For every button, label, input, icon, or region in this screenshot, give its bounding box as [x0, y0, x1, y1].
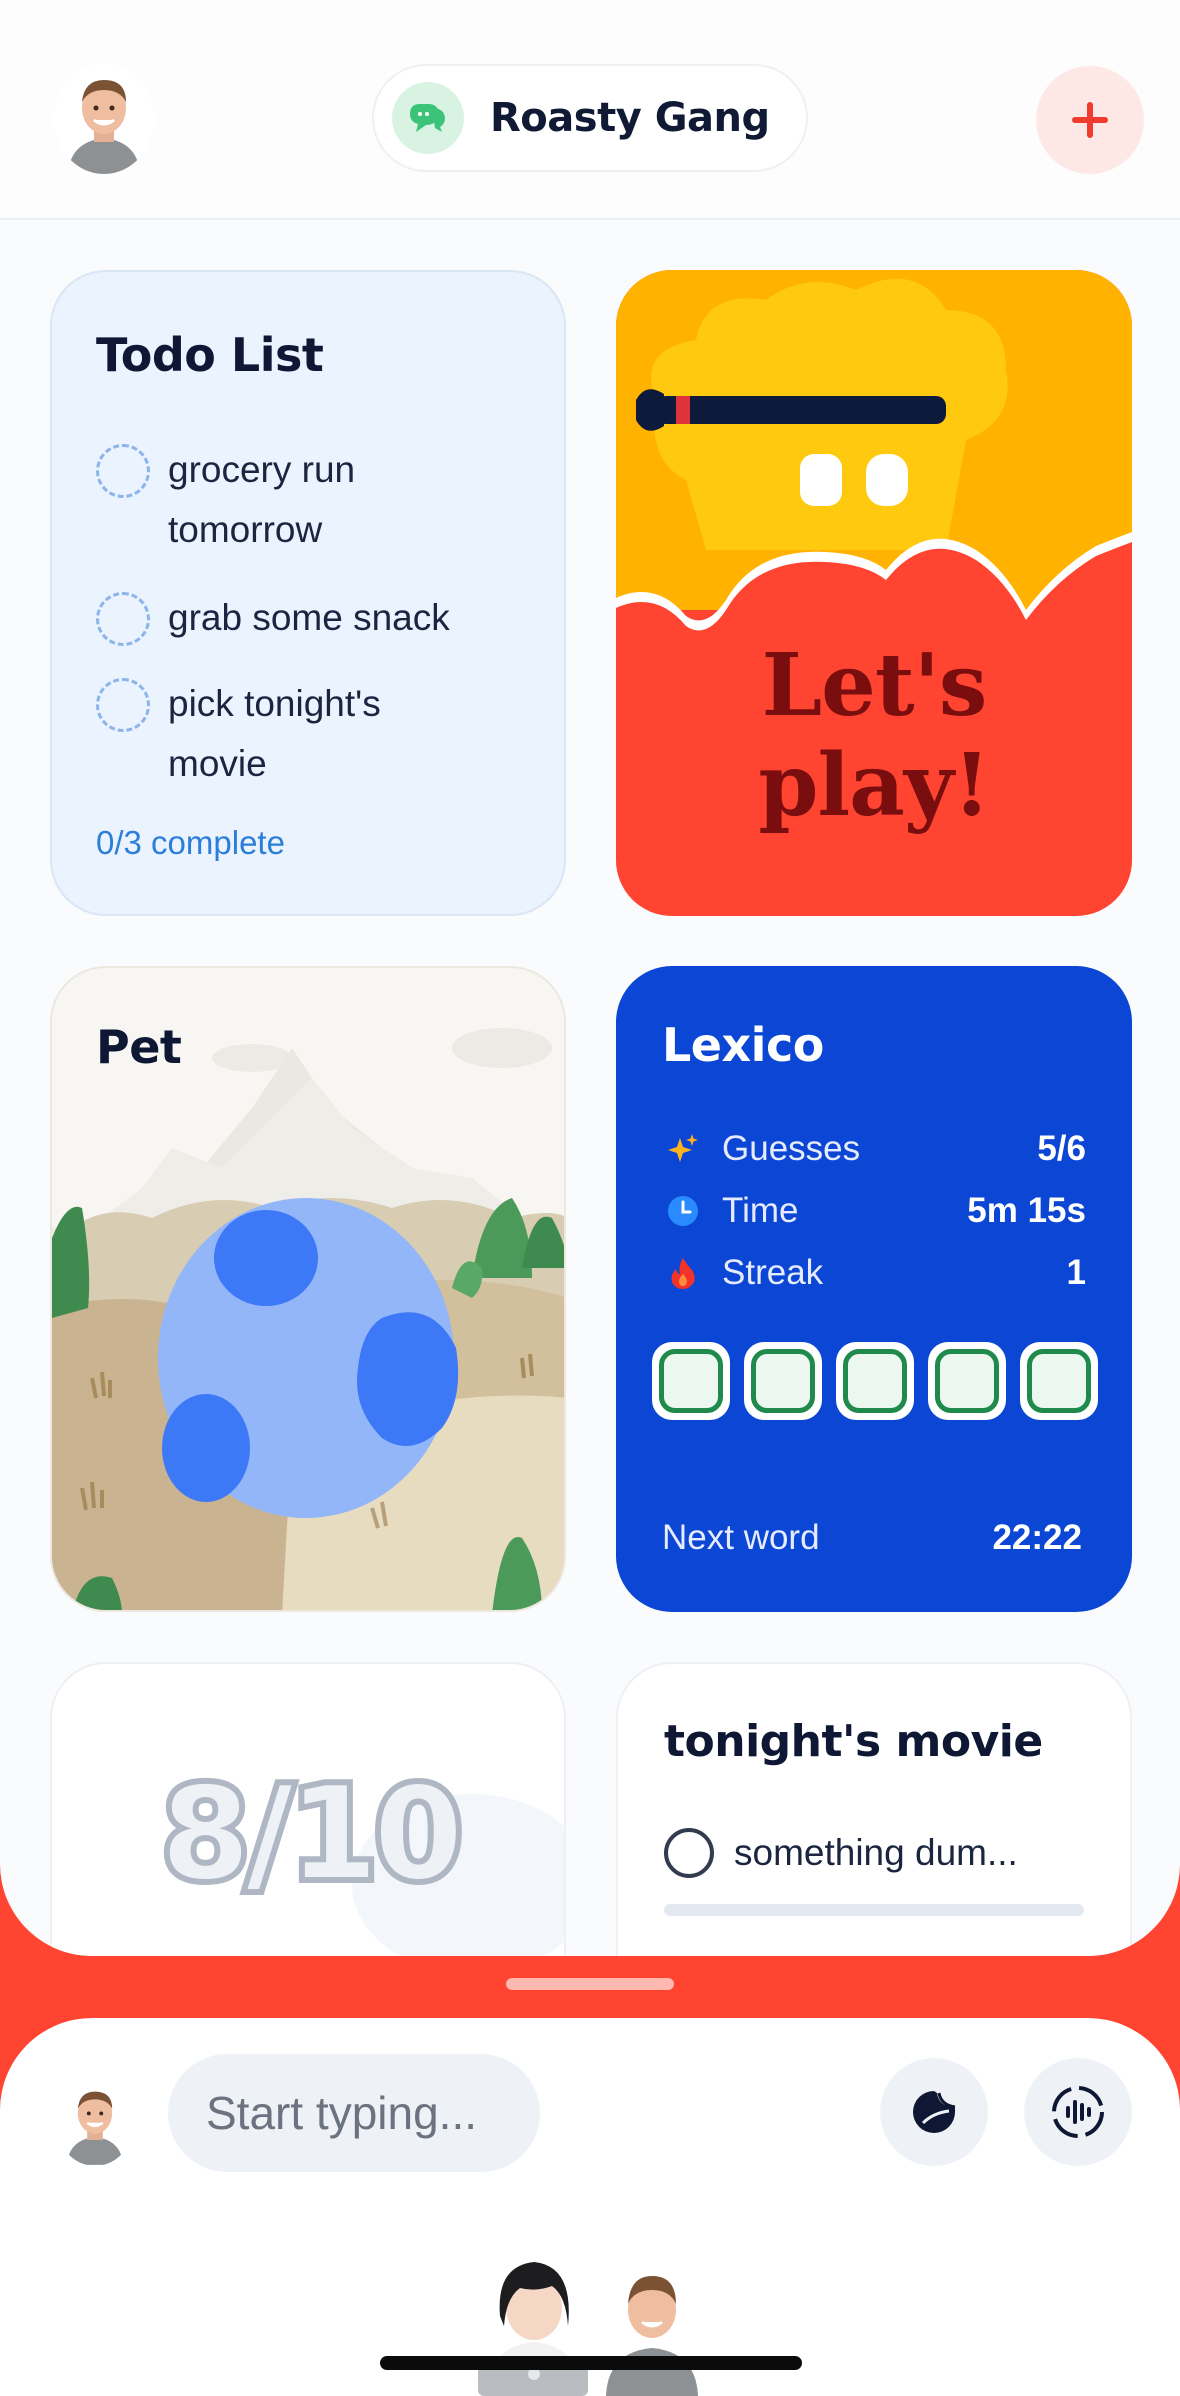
- movie-option-text: something dum...: [734, 1832, 1018, 1873]
- next-word-label: Next word: [662, 1518, 820, 1557]
- stat-label: Time: [722, 1191, 799, 1230]
- letter-tile: [836, 1342, 914, 1420]
- sparkle-icon: [668, 1134, 698, 1162]
- stat-label: Streak: [722, 1253, 824, 1292]
- pet-title: Pet: [96, 1020, 182, 1074]
- todo-item[interactable]: grab some snack: [96, 588, 536, 648]
- composer-sheet: Start typing...: [0, 2018, 1180, 2396]
- profile-avatar[interactable]: [54, 64, 154, 174]
- group-selector[interactable]: Roasty Gang: [372, 64, 808, 172]
- vote-bar: [664, 1904, 1084, 1916]
- message-placeholder: Start typing...: [206, 2087, 478, 2139]
- todo-item[interactable]: grocery run tomorrow: [96, 440, 536, 560]
- voice-waveform-icon: [1052, 2086, 1104, 2138]
- drag-handle[interactable]: [506, 1978, 674, 1990]
- todo-list-card[interactable]: Todo List grocery run tomorrow grab some…: [50, 270, 566, 916]
- todo-title: Todo List: [96, 328, 324, 382]
- play-line-1: Let's: [761, 635, 988, 736]
- sticker-icon: [913, 2091, 956, 2133]
- letter-tile: [1020, 1342, 1098, 1420]
- stat-value: 1: [1066, 1253, 1086, 1292]
- next-word-row: Next word 22:22: [662, 1518, 1082, 1558]
- lexico-card[interactable]: Lexico Guesses 5/6 Time 5m 15s Streak 1: [616, 966, 1132, 1612]
- todo-item-text: pick tonight's movie: [168, 683, 381, 784]
- stat-value: 5m 15s: [967, 1191, 1086, 1230]
- top-sheet: Roasty Gang Todo List grocery run tomorr…: [0, 0, 1180, 1956]
- movie-title: tonight's movie: [664, 1716, 1043, 1767]
- stat-streak: Streak 1: [666, 1248, 1086, 1298]
- todo-progress: 0/3 complete: [96, 824, 285, 861]
- group-name: Roasty Gang: [490, 95, 770, 141]
- play-card[interactable]: Let's play!: [616, 270, 1132, 916]
- clock-icon: [668, 1196, 698, 1226]
- next-word-timer: 22:22: [992, 1518, 1082, 1557]
- voice-button[interactable]: [1024, 2058, 1132, 2166]
- play-line-2: play!: [758, 735, 990, 836]
- letter-tile: [652, 1342, 730, 1420]
- todo-checkbox[interactable]: [96, 592, 150, 646]
- score-value: 8/10: [160, 1759, 464, 1910]
- header: Roasty Gang: [0, 0, 1180, 220]
- todo-checkbox[interactable]: [96, 444, 150, 498]
- letter-tiles: [652, 1342, 1098, 1420]
- movie-poll-card[interactable]: tonight's movie something dum...: [616, 1662, 1132, 1956]
- add-button[interactable]: [1036, 66, 1144, 174]
- letter-tile: [928, 1342, 1006, 1420]
- message-input[interactable]: Start typing...: [168, 2054, 540, 2172]
- stat-guesses: Guesses 5/6: [666, 1124, 1086, 1174]
- movie-option[interactable]: something dum...: [664, 1828, 1018, 1878]
- todo-checkbox[interactable]: [96, 678, 150, 732]
- todo-item-text: grab some snack: [168, 597, 450, 638]
- stat-time: Time 5m 15s: [666, 1186, 1086, 1236]
- letter-tile: [744, 1342, 822, 1420]
- lexico-title: Lexico: [662, 1018, 824, 1072]
- composer-avatar: [56, 2078, 134, 2166]
- radio-button[interactable]: [664, 1828, 714, 1878]
- stat-label: Guesses: [722, 1129, 861, 1168]
- sticker-button[interactable]: [880, 2058, 988, 2166]
- stat-value: 5/6: [1037, 1129, 1086, 1168]
- flame-icon: [671, 1258, 695, 1289]
- home-indicator[interactable]: [380, 2356, 802, 2370]
- chat-bubble-icon: [392, 82, 464, 154]
- todo-item-text: grocery run tomorrow: [168, 449, 356, 550]
- todo-item[interactable]: pick tonight's movie: [96, 674, 536, 794]
- pet-card[interactable]: Pet: [50, 966, 566, 1612]
- plus-icon: [1072, 102, 1108, 138]
- score-card[interactable]: 8/10 8/10: [50, 1662, 566, 1956]
